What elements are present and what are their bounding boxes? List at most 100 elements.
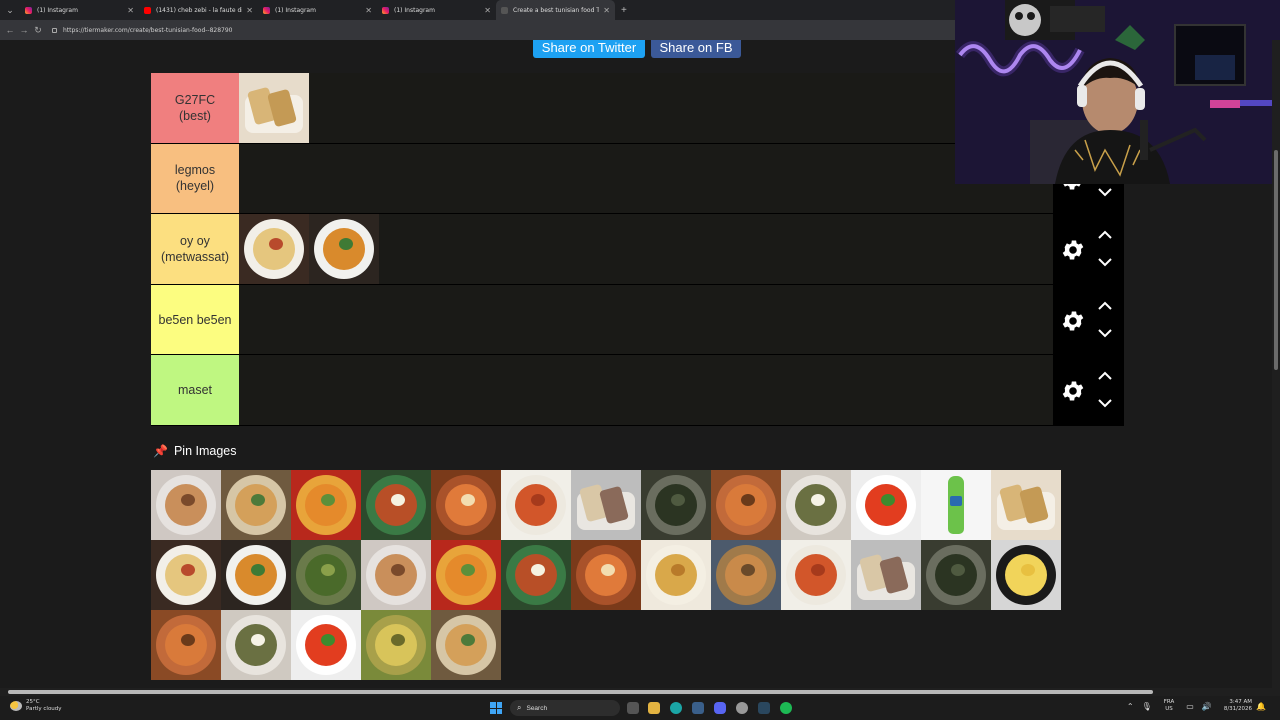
food-image-kafteji-sauce[interactable] — [781, 540, 851, 610]
windows-start-icon[interactable] — [490, 702, 502, 714]
tier-drop-zone[interactable] — [239, 355, 1053, 425]
tab-search-icon[interactable]: ⌄ — [0, 0, 20, 20]
gear-icon[interactable] — [1060, 378, 1086, 404]
food-image-mloukhia[interactable] — [641, 470, 711, 540]
close-tab-icon[interactable]: ✕ — [246, 6, 253, 15]
language-indicator[interactable]: FRA US — [1164, 699, 1175, 713]
move-up-chevron-icon[interactable] — [1097, 230, 1113, 240]
tier-label[interactable]: G27FC (best) — [151, 73, 239, 143]
app-icon[interactable] — [692, 702, 704, 714]
browser-tab[interactable]: Create a best tunisian food Tier Li✕ — [496, 0, 615, 20]
tier-label[interactable]: maset — [151, 355, 239, 425]
food-image-lablabi-egg[interactable] — [361, 470, 431, 540]
food-image-spinach-fritters[interactable] — [291, 540, 361, 610]
food-image-chorba[interactable] — [309, 214, 379, 285]
close-tab-icon[interactable]: ✕ — [603, 6, 610, 15]
food-image-ojja[interactable] — [571, 540, 641, 610]
food-image-couscous[interactable] — [431, 540, 501, 610]
browser-tab[interactable]: (1431) cheb zebi - la faute diali x2✕ — [139, 0, 258, 20]
food-image-chorba-frik[interactable] — [641, 540, 711, 610]
tier-drop-zone[interactable] — [239, 214, 1053, 285]
url-text[interactable]: https://tiermaker.com/create/best-tunisi… — [63, 27, 232, 34]
gear-icon[interactable] — [1060, 308, 1086, 334]
food-image-borek[interactable] — [991, 470, 1061, 540]
task-view-icon[interactable] — [627, 702, 639, 714]
move-up-chevron-icon[interactable] — [1097, 301, 1113, 311]
food-image-couscous-sauce[interactable] — [711, 540, 781, 610]
forward-arrow-icon[interactable]: → — [18, 25, 30, 35]
food-image-mlawi[interactable] — [151, 540, 221, 610]
move-down-chevron-icon[interactable] — [1097, 187, 1113, 197]
vertical-scrollbar[interactable] — [1272, 40, 1280, 688]
microphone-icon[interactable]: 🎙 — [1142, 702, 1152, 711]
tier-label[interactable]: oy oy (metwassat) — [151, 214, 239, 284]
notification-bell-icon[interactable]: 🔔 — [1256, 702, 1266, 711]
move-down-chevron-icon[interactable] — [1097, 398, 1113, 408]
food-image-spaghetti[interactable] — [851, 470, 921, 540]
file-explorer-icon[interactable] — [648, 702, 660, 714]
food-image-rechta[interactable] — [711, 470, 781, 540]
food-image-boga-bottle[interactable] — [921, 470, 991, 540]
food-image-chapati[interactable] — [361, 540, 431, 610]
back-arrow-icon[interactable]: ← — [4, 25, 16, 35]
food-image-fricasse[interactable] — [431, 610, 501, 680]
food-image-fricasse[interactable] — [221, 470, 291, 540]
browser-tab[interactable]: (1) Instagram ✕ — [377, 0, 496, 20]
food-image-mlawi-wrap[interactable] — [571, 470, 641, 540]
reload-icon[interactable]: ↻ — [32, 25, 44, 36]
food-image-borek[interactable] — [239, 73, 309, 143]
edge-icon[interactable] — [670, 702, 682, 714]
chevron-up-icon[interactable]: ⌃ — [1127, 702, 1134, 711]
volume-icon[interactable]: 🔊 — [1202, 702, 1212, 711]
tier-label[interactable]: legmos (heyel) — [151, 143, 239, 214]
steam-icon[interactable] — [758, 702, 770, 714]
close-tab-icon[interactable]: ✕ — [484, 6, 491, 15]
food-image-rechta[interactable] — [151, 610, 221, 680]
vertical-scroll-thumb[interactable] — [1274, 150, 1278, 370]
move-down-chevron-icon[interactable] — [1097, 257, 1113, 267]
horizontal-scroll-thumb[interactable] — [8, 690, 1153, 694]
tier-drop-zone[interactable] — [239, 144, 1053, 214]
food-image-mlawi[interactable] — [239, 214, 309, 285]
close-tab-icon[interactable]: ✕ — [127, 6, 134, 15]
food-image-lablabi-egg[interactable] — [501, 540, 571, 610]
move-up-chevron-icon[interactable] — [1097, 371, 1113, 381]
tier-drop-zone[interactable] — [239, 285, 1053, 355]
gear-icon[interactable] — [1060, 237, 1086, 263]
food-image-kafteji-sauce[interactable] — [501, 470, 571, 540]
weather-widget[interactable]: 25°C Partly cloudy — [10, 699, 62, 713]
share-twitter-button[interactable]: Share on Twitter — [533, 40, 645, 58]
windows-taskbar: 25°C Partly cloudy ⌕ Search ⌃ 🎙 FRA US ▭… — [0, 696, 1280, 720]
food-image-chorba[interactable] — [221, 540, 291, 610]
food-image-spaghetti[interactable] — [291, 610, 361, 680]
tier-label[interactable]: be5en be5en — [151, 284, 239, 355]
share-fb-button[interactable]: Share on FB — [651, 40, 741, 58]
lang-top: FRA — [1163, 699, 1175, 705]
url-field[interactable]: https://tiermaker.com/create/best-tunisi… — [52, 27, 232, 34]
browser-tab[interactable]: (1) Instagram ✕ — [20, 0, 139, 20]
food-image-omelette-pan[interactable] — [991, 540, 1061, 610]
chrome-icon[interactable] — [736, 702, 748, 714]
network-icon[interactable]: ▭ — [1186, 702, 1194, 711]
food-image-tajine[interactable] — [361, 610, 431, 680]
browser-tab[interactable]: (1) Instagram ✕ — [258, 0, 377, 20]
taskbar-search[interactable]: ⌕ Search — [510, 700, 620, 716]
clock[interactable]: 3:47 AM 8/31/2026 — [1224, 699, 1252, 713]
food-image-mloukhia[interactable] — [921, 540, 991, 610]
food-image-mlawi-wrap[interactable] — [851, 540, 921, 610]
move-down-chevron-icon[interactable] — [1097, 328, 1113, 338]
discord-icon[interactable] — [714, 702, 726, 714]
close-tab-icon[interactable]: ✕ — [365, 6, 372, 15]
pin-images-title: Pin Images — [173, 444, 237, 458]
food-image-couscous[interactable] — [291, 470, 361, 540]
new-tab-icon[interactable]: + — [621, 5, 627, 16]
food-image-lablabi-eggs[interactable] — [221, 610, 291, 680]
food-image-chapati[interactable] — [151, 470, 221, 540]
horizontal-scrollbar[interactable] — [0, 688, 1280, 696]
instagram-icon — [25, 6, 32, 14]
tier-drop-zone[interactable] — [239, 73, 1053, 143]
site-info-icon[interactable] — [52, 27, 57, 33]
food-image-lablabi-eggs[interactable] — [781, 470, 851, 540]
food-image-ojja[interactable] — [431, 470, 501, 540]
spotify-icon[interactable] — [780, 702, 792, 714]
